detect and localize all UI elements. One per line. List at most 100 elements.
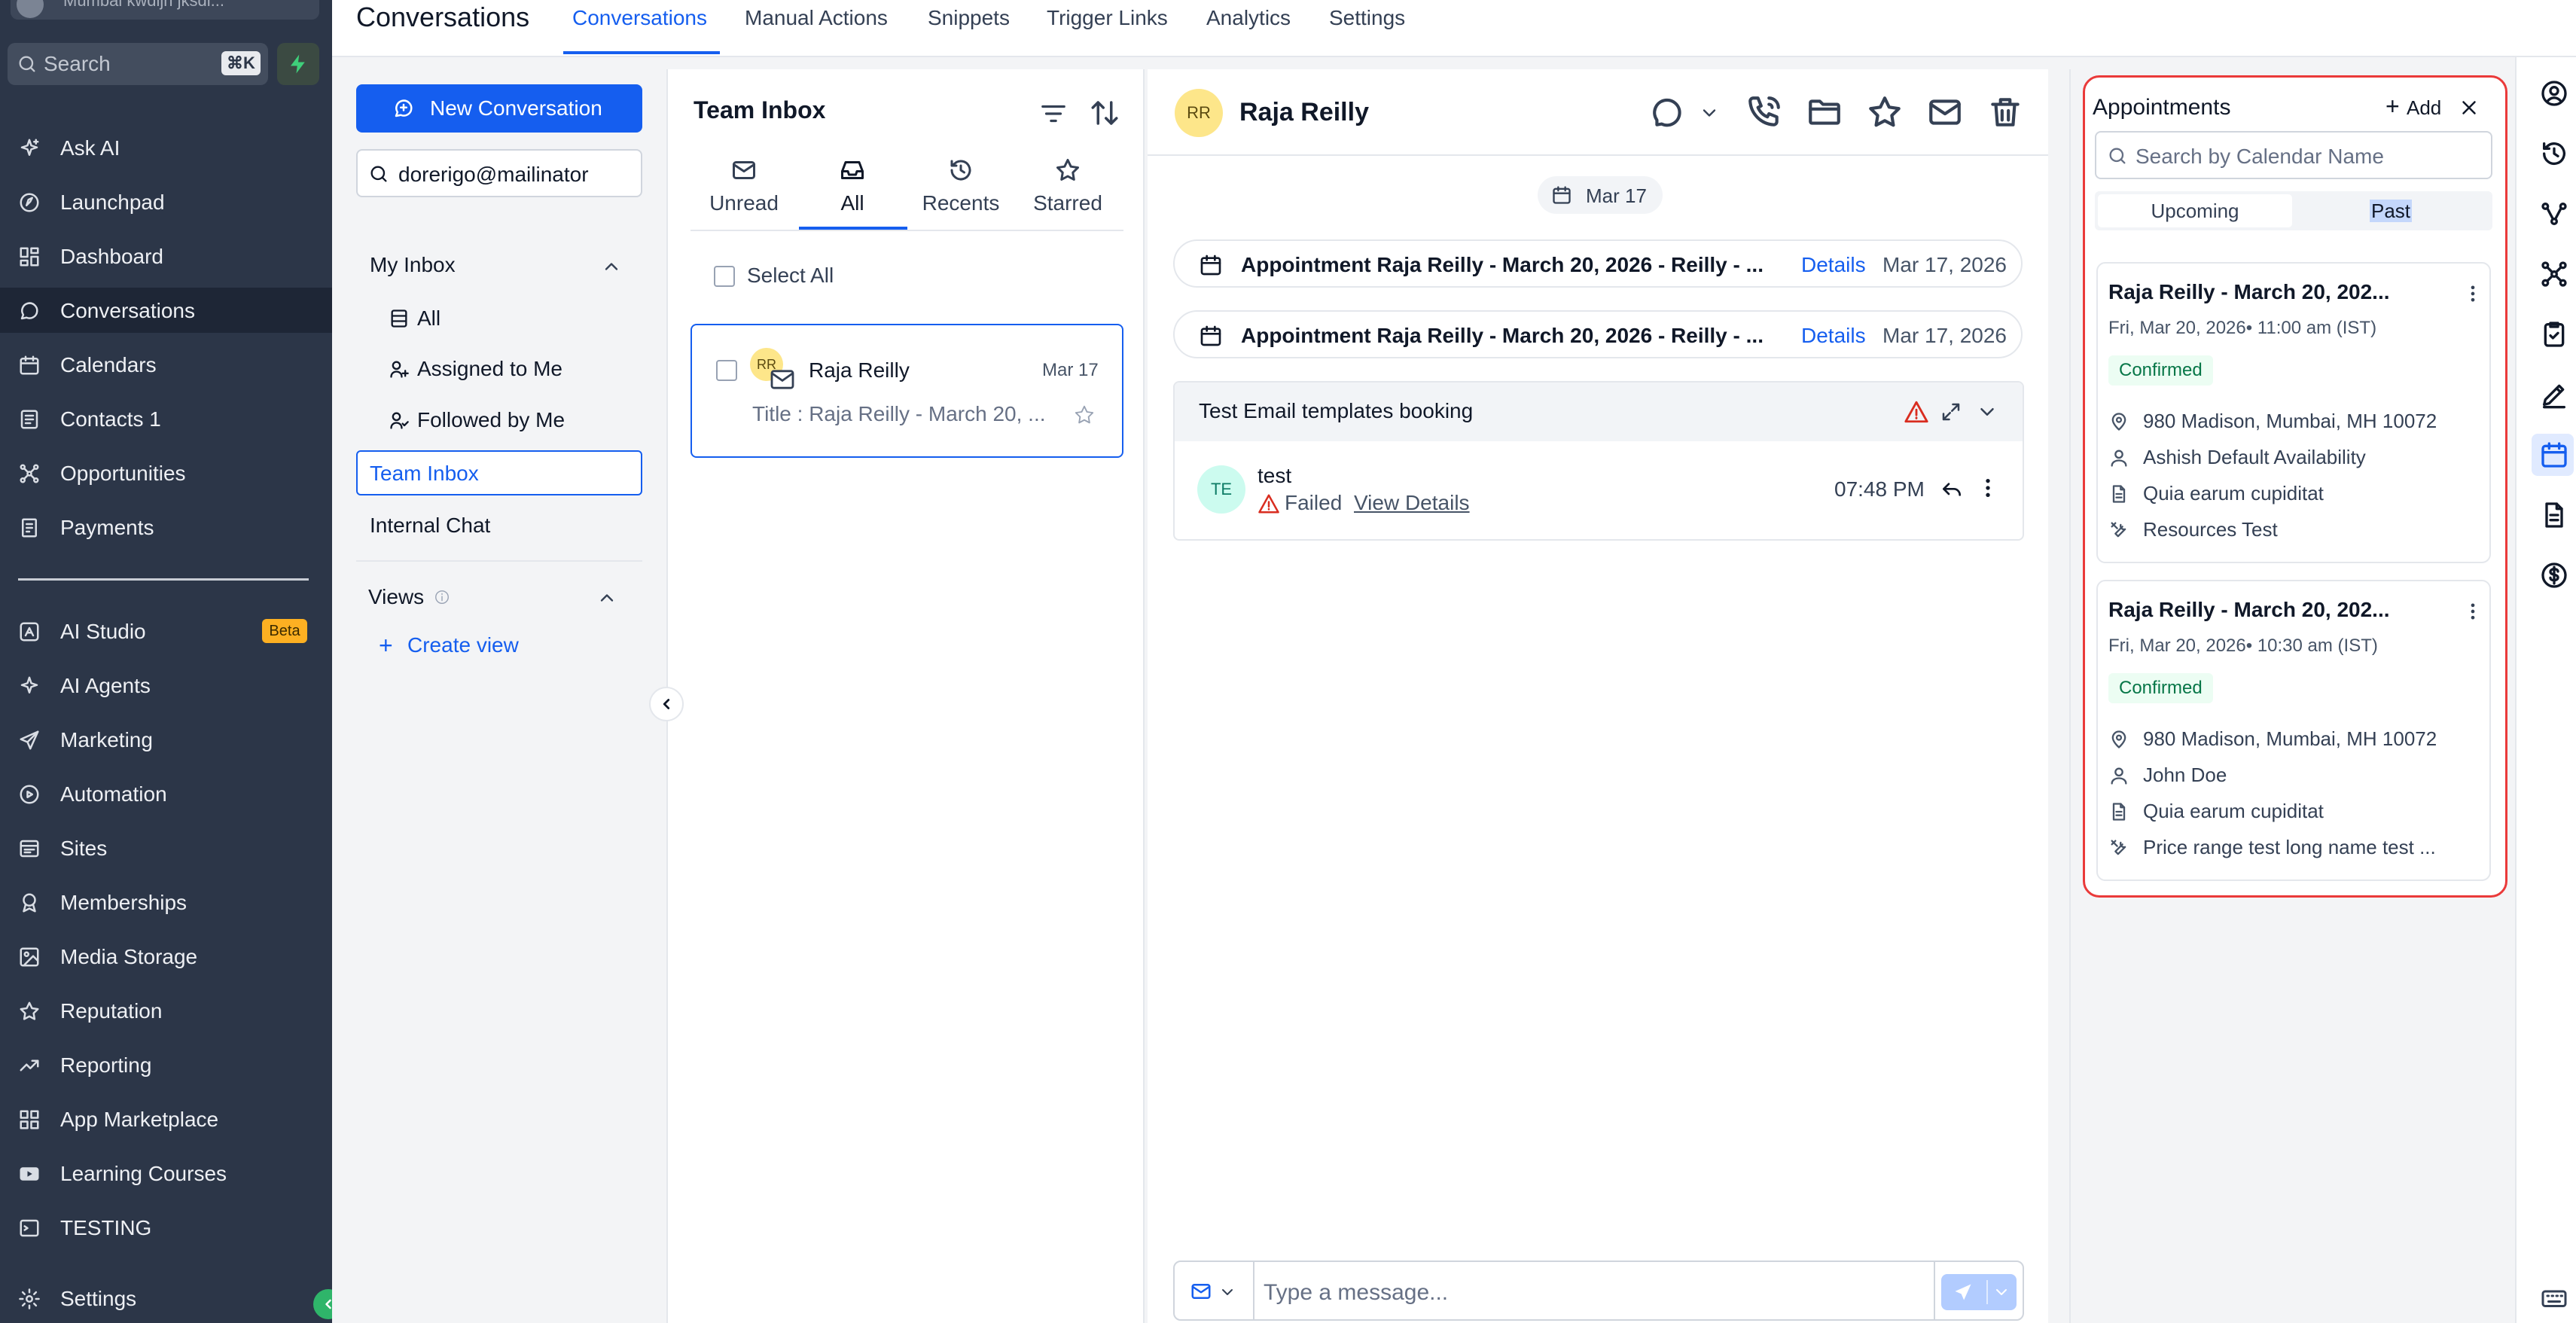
views-label: Views: [368, 585, 425, 608]
chat-bubble-icon[interactable]: [1649, 93, 1687, 131]
tab-recents[interactable]: Recents: [908, 157, 1014, 215]
email-thread-header[interactable]: Test Email templates booking: [1175, 383, 2023, 441]
select-all-checkbox[interactable]: [714, 266, 735, 287]
document-icon[interactable]: [2539, 500, 2569, 530]
sidebar-item-learning-courses[interactable]: Learning Courses: [0, 1151, 332, 1196]
tab-snippets[interactable]: Snippets: [928, 6, 1010, 30]
sidebar-item-conversations[interactable]: Conversations: [0, 288, 332, 333]
video-icon: [20, 1167, 39, 1181]
more-vertical-icon[interactable]: [2462, 599, 2483, 623]
appointment-date: Mar 17, 2026: [1882, 324, 2007, 347]
notes-pen-icon[interactable]: [2539, 380, 2569, 410]
location-switcher[interactable]: Mumbai kwdijh jksdi...: [11, 0, 319, 20]
sidebar-item-label: Calendars: [60, 353, 157, 376]
sidebar-search[interactable]: Search ⌘K: [8, 43, 268, 85]
sidebar-item-opportunities[interactable]: Opportunities: [0, 450, 332, 495]
tab-starred[interactable]: Starred: [1015, 157, 1120, 215]
dollar-icon[interactable]: [2539, 560, 2569, 590]
sidebar-item-ai-agents[interactable]: AI Agents: [0, 663, 332, 708]
calendar-icon[interactable]: [2539, 440, 2569, 470]
activity-history-icon[interactable]: [2539, 139, 2569, 169]
sidebar-item-marketing[interactable]: Marketing: [0, 717, 332, 762]
keyboard-icon[interactable]: [2539, 1285, 2569, 1312]
sort-icon[interactable]: [1089, 96, 1120, 130]
tab-settings[interactable]: Settings: [1329, 6, 1405, 30]
expand-icon[interactable]: [1940, 401, 1962, 423]
quick-actions-button[interactable]: [277, 43, 319, 85]
calendar-search-input[interactable]: Search by Calendar Name: [2095, 131, 2492, 179]
message-input[interactable]: Type a message...: [1264, 1280, 1448, 1306]
sidebar-item-payments[interactable]: Payments: [0, 505, 332, 550]
sidebar-item-launchpad[interactable]: Launchpad: [0, 179, 332, 224]
star-icon: [1056, 159, 1079, 181]
more-vertical-icon[interactable]: [2462, 282, 2483, 306]
contact-profile-icon[interactable]: [2539, 78, 2569, 108]
tab-analytics[interactable]: Analytics: [1206, 6, 1291, 30]
inbox-item-team-inbox[interactable]: Team Inbox: [356, 450, 642, 495]
sidebar-item-reputation[interactable]: Reputation: [0, 988, 332, 1033]
sidebar-item-sites[interactable]: Sites: [0, 825, 332, 870]
send-button[interactable]: [1941, 1274, 2017, 1310]
location-pin-icon: [2111, 730, 2126, 748]
mail-icon[interactable]: [1926, 93, 1964, 131]
sidebar-item-calendars[interactable]: Calendars: [0, 342, 332, 387]
sidebar-item-contacts[interactable]: Contacts 1: [0, 396, 332, 441]
filter-icon[interactable]: [1038, 99, 1069, 128]
contact-name: Raja Reilly: [1239, 98, 1369, 127]
tab-label: Recents: [922, 191, 1000, 215]
star-icon[interactable]: [1073, 404, 1096, 426]
email-channel-icon: [770, 370, 794, 389]
tab-conversations[interactable]: Conversations: [572, 6, 707, 30]
sidebar-item-dashboard[interactable]: Dashboard: [0, 233, 332, 279]
sidebar-item-reporting[interactable]: Reporting: [0, 1042, 332, 1087]
conversation-checkbox[interactable]: [716, 360, 737, 381]
conversation-search-input[interactable]: dorerigo@mailinator: [356, 149, 642, 197]
tab-unread[interactable]: Unread: [691, 157, 797, 215]
conversation-date: Mar 17: [1042, 360, 1099, 380]
appointment-title: Appointment Raja Reilly - March 20, 2026…: [1241, 253, 1764, 276]
tab-all[interactable]: All: [800, 157, 905, 215]
appointment-card[interactable]: Raja Reilly - March 20, 202... Fri, Mar …: [2096, 580, 2491, 881]
opportunities-icon[interactable]: [2539, 259, 2569, 289]
view-details-link[interactable]: View Details: [1354, 491, 1470, 515]
details-link[interactable]: Details: [1801, 324, 1866, 348]
inbox-item-internal-chat[interactable]: Internal Chat: [370, 514, 490, 538]
sidebar-item-ask-ai[interactable]: Ask AI: [0, 125, 332, 170]
views-header[interactable]: Views: [368, 585, 424, 609]
tab-manual-actions[interactable]: Manual Actions: [745, 6, 888, 30]
tab-trigger-links[interactable]: Trigger Links: [1047, 6, 1168, 30]
trash-icon[interactable]: [1986, 93, 2024, 131]
chevron-down-icon[interactable]: [1976, 401, 1998, 423]
conversation-list-item[interactable]: Raja Reilly Mar 17 Title : Raja Reilly -…: [690, 324, 1123, 458]
chevron-up-icon[interactable]: [596, 587, 617, 608]
details-link[interactable]: Details: [1801, 253, 1866, 277]
chevron-down-icon[interactable]: [1699, 102, 1720, 123]
workflow-icon[interactable]: [2539, 199, 2569, 229]
email-thread-card: Test Email templates booking TE test Fai…: [1173, 381, 2024, 541]
channel-selector[interactable]: [1175, 1262, 1254, 1319]
sidebar-item-media-storage[interactable]: Media Storage: [0, 934, 332, 979]
payments-icon: [22, 518, 37, 538]
segment-past[interactable]: Past: [2292, 194, 2489, 227]
sidebar-item-settings[interactable]: Settings: [0, 1276, 332, 1321]
sidebar-item-automation[interactable]: Automation: [0, 771, 332, 816]
close-icon[interactable]: [2458, 96, 2480, 119]
folder-icon[interactable]: [1806, 93, 1843, 131]
new-conversation-button[interactable]: New Conversation: [356, 84, 642, 133]
bolt-icon: [291, 54, 305, 74]
segment-upcoming[interactable]: Upcoming: [2098, 194, 2292, 227]
task-clipboard-icon[interactable]: [2539, 319, 2569, 349]
sidebar-item-testing[interactable]: TESTING: [0, 1205, 332, 1250]
dashboard-icon: [20, 247, 39, 267]
chevron-up-icon[interactable]: [601, 256, 622, 277]
sidebar-item-app-marketplace[interactable]: App Marketplace: [0, 1096, 332, 1142]
reply-icon[interactable]: [1940, 476, 1964, 500]
more-vertical-icon[interactable]: [1976, 476, 2000, 500]
star-icon[interactable]: [1866, 93, 1904, 131]
sidebar-item-memberships[interactable]: Memberships: [0, 879, 332, 925]
my-inbox-header[interactable]: My Inbox: [370, 253, 456, 277]
appointment-card[interactable]: Raja Reilly - March 20, 202... Fri, Mar …: [2096, 262, 2491, 563]
collapse-list-button[interactable]: [649, 687, 684, 721]
phone-icon[interactable]: [1745, 93, 1783, 131]
chevron-left-icon: [663, 699, 670, 709]
